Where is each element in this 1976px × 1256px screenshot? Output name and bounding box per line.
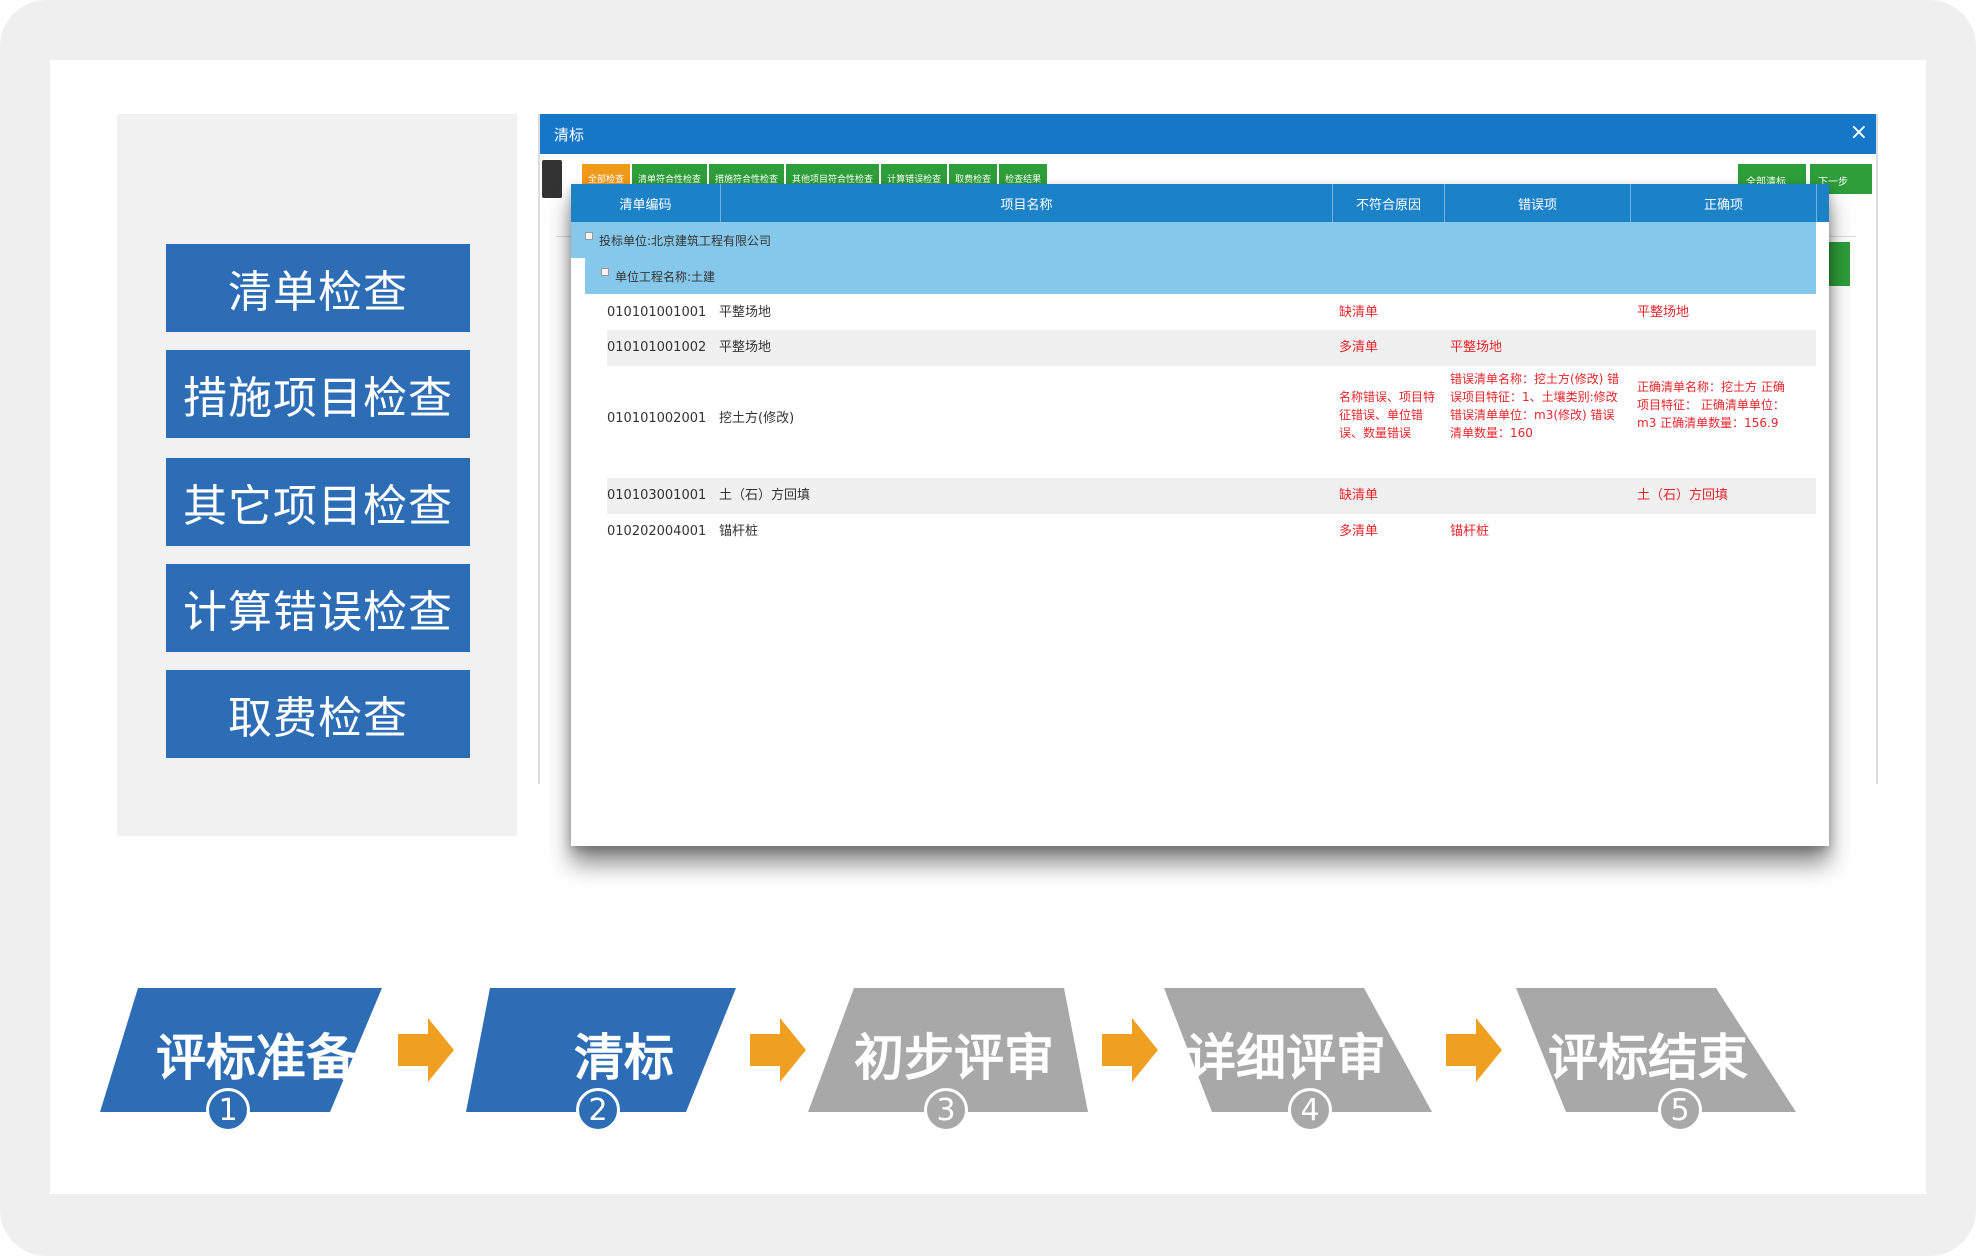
step-5-number: 5 [1658,1088,1702,1132]
step-2-number: 2 [576,1088,620,1132]
step-2-label: 清标 [574,1029,674,1087]
step-3-label: 初步评审 [854,1029,1054,1087]
arrow-right-icon [1446,1018,1502,1082]
step-4-label: 详细评审 [1186,1029,1386,1087]
step-3-number: 3 [924,1088,968,1132]
arrow-right-icon [398,1018,454,1082]
step-5-label: 评标结束 [1548,1029,1748,1087]
step-1-number: 1 [206,1088,250,1132]
step-4-number: 4 [1288,1088,1332,1132]
step-1-label: 评标准备 [156,1029,356,1087]
